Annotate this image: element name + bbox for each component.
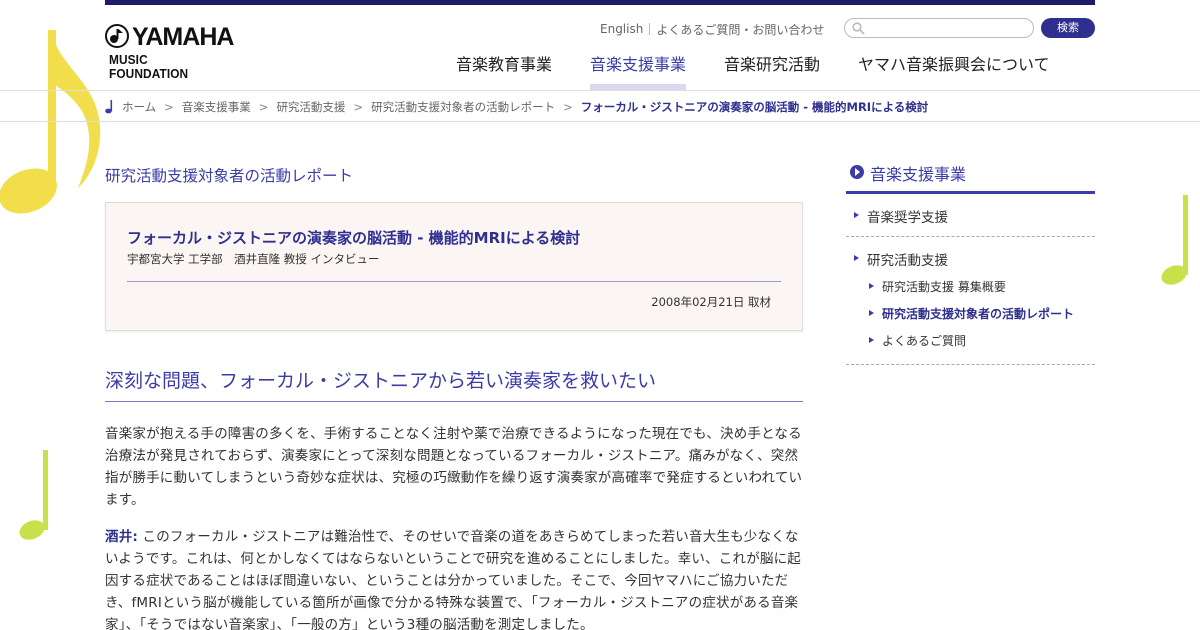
search-input[interactable] <box>867 20 1027 36</box>
sidebar-heading[interactable]: 音楽支援事業 <box>846 158 1095 194</box>
english-link[interactable]: English <box>600 22 643 36</box>
nav-about-foundation[interactable]: ヤマハ音楽振興会について <box>858 54 1050 90</box>
breadcrumb-current: フォーカル・ジストニアの演奏家の脳活動 - 機能的MRIによる検討 <box>580 100 929 114</box>
music-note-icon <box>105 100 113 114</box>
search-button[interactable]: 検索 <box>1041 18 1095 38</box>
search-icon <box>852 22 865 35</box>
breadcrumb-research-support[interactable]: 研究活動支援 <box>276 99 345 115</box>
divider <box>649 23 651 35</box>
main-nav: 音楽教育事業 音楽支援事業 音楽研究活動 ヤマハ音楽振興会について <box>456 54 1050 90</box>
nav-music-education[interactable]: 音楽教育事業 <box>456 54 552 90</box>
breadcrumb-separator: > <box>353 100 364 114</box>
sidebar-item-research-support[interactable]: 研究活動支援 <box>846 249 1095 269</box>
article-subtitle: 宇都宮大学 工学部 酒井直隆 教授 インタビュー <box>127 252 380 266</box>
divider <box>846 236 1095 237</box>
article-paragraph: 酒井: このフォーカル・ジストニアは難治性で、そのせいで音楽の道をあきらめてしま… <box>105 526 803 630</box>
sidebar-heading-label: 音楽支援事業 <box>870 165 967 184</box>
green-music-note-decoration <box>1161 195 1188 285</box>
breadcrumb-separator: > <box>164 100 174 114</box>
yamaha-music-foundation-logo[interactable]: YAMAHA MUSIC FOUNDATION <box>105 22 235 81</box>
logo-text-yamaha: YAMAHA <box>132 23 234 51</box>
article-title: フォーカル・ジストニアの演奏家の脳活動 - 機能的MRIによる検討 <box>127 229 581 247</box>
article-paragraph: 音楽家が抱える手の障害の多くを、手術することなく注射や薬で治療できるようになった… <box>105 426 803 508</box>
green-music-note-decoration <box>19 450 48 540</box>
sidebar-subitem-overview[interactable]: 研究活動支援 募集概要 <box>861 278 1006 295</box>
nav-music-research[interactable]: 音楽研究活動 <box>724 54 820 90</box>
article-date: 2008年02月21日 取材 <box>651 295 771 309</box>
sidebar-subitem-faq[interactable]: よくあるご質問 <box>861 332 966 349</box>
breadcrumb-separator: > <box>258 100 269 114</box>
breadcrumb: ホーム > 音楽支援事業 > 研究活動支援 > 研究活動支援対象者の活動レポート… <box>105 99 928 115</box>
breadcrumb-separator: > <box>563 100 573 114</box>
search-box <box>844 18 1034 38</box>
circle-arrow-icon <box>850 165 864 179</box>
nav-music-support[interactable]: 音楽支援事業 <box>590 54 687 90</box>
top-accent-bar <box>105 0 1095 5</box>
breadcrumb-bar: ホーム > 音楽支援事業 > 研究活動支援 > 研究活動支援対象者の活動レポート… <box>0 90 1200 122</box>
paragraph-text: このフォーカル・ジストニアは難治性で、そのせいで音楽の道をあきらめてしまった若い… <box>105 529 801 630</box>
yamaha-tuning-fork-emblem-icon <box>105 24 129 48</box>
yellow-music-note-decoration <box>0 30 101 214</box>
breadcrumb-music-support[interactable]: 音楽支援事業 <box>182 99 251 115</box>
sidebar-item-scholarship[interactable]: 音楽奨学支援 <box>846 206 1095 226</box>
speaker-label: 酒井: <box>105 529 138 545</box>
faq-contact-link[interactable]: よくあるご質問・お問い合わせ <box>656 21 824 38</box>
breadcrumb-activity-reports[interactable]: 研究活動支援対象者の活動レポート <box>371 99 555 115</box>
divider <box>846 364 1095 365</box>
breadcrumb-home[interactable]: ホーム <box>122 99 156 115</box>
utility-nav: English よくあるご質問・お問い合わせ <box>600 20 824 38</box>
divider <box>127 281 781 282</box>
article-info-box: フォーカル・ジストニアの演奏家の脳活動 - 機能的MRIによる検討 宇都宮大学 … <box>105 202 803 331</box>
article-heading: 深刻な問題、フォーカル・ジストニアから若い演奏家を救いたい <box>105 366 803 402</box>
sidebar-subitem-activity-reports[interactable]: 研究活動支援対象者の活動レポート <box>861 305 1074 322</box>
logo-text-music-foundation: MUSIC FOUNDATION <box>109 53 189 81</box>
section-title: 研究活動支援対象者の活動レポート <box>105 167 354 185</box>
